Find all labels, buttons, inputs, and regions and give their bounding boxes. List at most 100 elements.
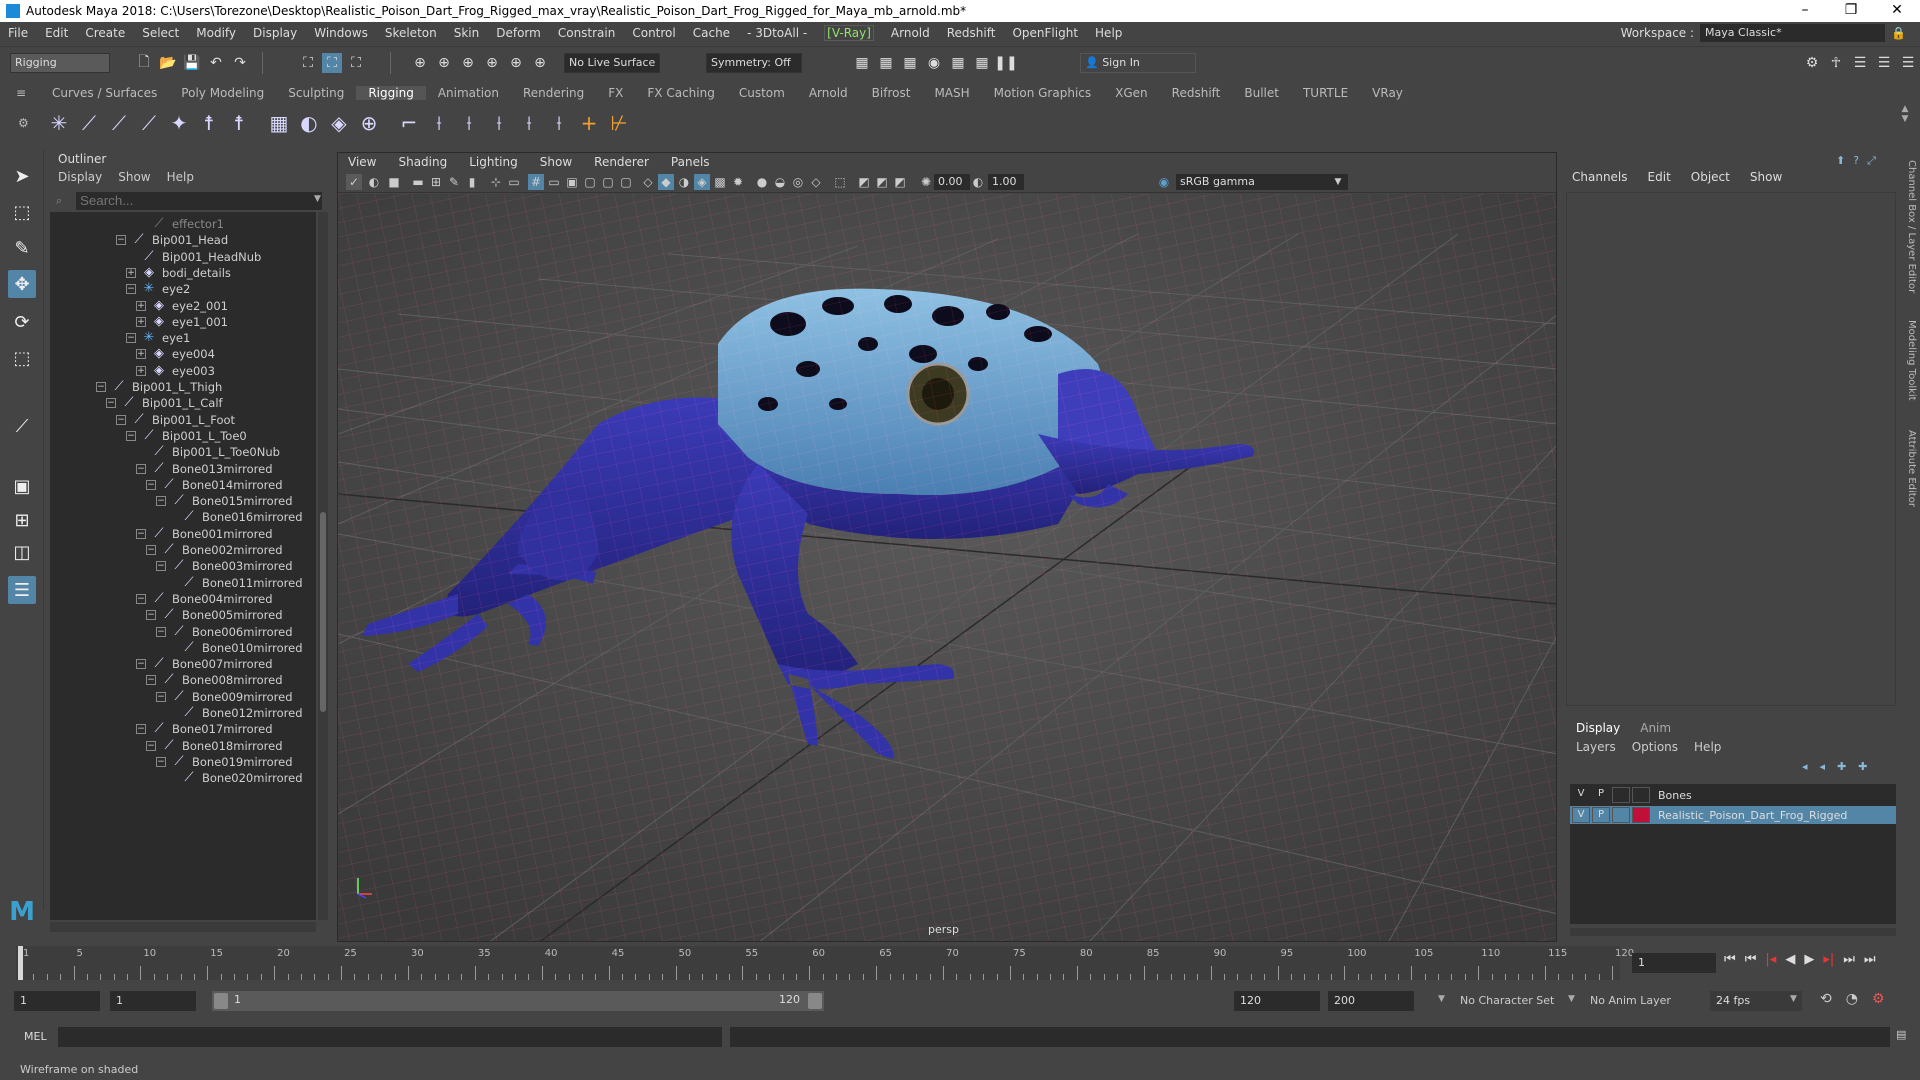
camera-attributes-icon[interactable]: ◐	[366, 174, 382, 190]
search-options-icon[interactable]: ▼	[314, 194, 321, 204]
animation-end-field[interactable]: 200	[1328, 991, 1414, 1011]
expand-toggle-icon[interactable]: −	[146, 545, 156, 555]
step-forward-frame-icon[interactable]: ▸|	[1823, 952, 1834, 967]
menu-arnold[interactable]: Arnold	[891, 26, 930, 40]
fps-arrow-icon[interactable]: ▼	[1790, 994, 1797, 1004]
isolate-select-icon[interactable]: ⬚	[832, 174, 848, 190]
menu-openflight[interactable]: OpenFlight	[1012, 26, 1078, 40]
menu-set-dropdown[interactable]: Rigging	[10, 53, 110, 73]
menu-skeleton[interactable]: Skeleton	[385, 26, 437, 40]
shelf-tab-mash[interactable]: MASH	[922, 86, 981, 100]
undo-icon[interactable]: ↶	[206, 53, 226, 73]
redo-icon[interactable]: ↷	[230, 53, 250, 73]
viewport-menu-show[interactable]: Show	[540, 153, 572, 171]
outliner-search-input[interactable]	[76, 192, 322, 210]
menu-control[interactable]: Control	[632, 26, 675, 40]
expand-toggle-icon[interactable]: −	[136, 593, 146, 604]
pole-vector-icon[interactable]: +	[574, 108, 604, 138]
layer-menu-options[interactable]: Options	[1632, 738, 1678, 756]
viewport-menu-shading[interactable]: Shading	[398, 153, 447, 171]
exposure-field[interactable]: 0.00	[934, 174, 970, 190]
scrollbar-thumb[interactable]	[320, 512, 326, 712]
bind-skin-icon[interactable]: ◈	[324, 108, 354, 138]
single-view-icon[interactable]: ▣	[8, 472, 36, 500]
menu-v-ray[interactable]: [V-Ray]	[824, 25, 874, 41]
view-transform-arrow-icon[interactable]: ▼	[1330, 174, 1346, 190]
time-ruler[interactable]: 1 5 10 15 20 25 30 35 40 45 50 55 60 65 70 75 80 85 90 95 10…	[16, 946, 1634, 980]
ambient-occlusion-icon[interactable]: ◒	[772, 174, 788, 190]
cluster-icon[interactable]: ◐	[294, 108, 324, 138]
shelf-tab-bifrost[interactable]: Bifrost	[860, 86, 923, 100]
expand-toggle-icon[interactable]: +	[136, 316, 146, 327]
menu-cache[interactable]: Cache	[693, 26, 730, 40]
channel-box-menu-channels[interactable]: Channels	[1572, 168, 1628, 186]
menu-skin[interactable]: Skin	[454, 26, 480, 40]
open-scene-icon[interactable]: 📂	[158, 53, 178, 73]
menu-file[interactable]: File	[8, 26, 28, 40]
playblast-icon[interactable]: ▦	[972, 53, 992, 73]
3d-scene[interactable]	[338, 194, 1557, 942]
expand-toggle-icon[interactable]: −	[156, 756, 166, 767]
shelf-tab-curves-surfaces[interactable]: Curves / Surfaces	[40, 86, 169, 100]
channel-box-tab[interactable]: Channel Box / Layer Editor	[1906, 160, 1917, 293]
attribute-editor-icon[interactable]: ☰	[1850, 53, 1870, 73]
resolution-gate-icon[interactable]: ▭	[546, 174, 562, 190]
shelf-tab-redshift[interactable]: Redshift	[1160, 86, 1233, 100]
last-tool-icon[interactable]: ⟋	[8, 412, 36, 440]
shelf-tab-arnold[interactable]: Arnold	[797, 86, 860, 100]
viewport-menu-renderer[interactable]: Renderer	[594, 153, 649, 171]
exposure-icon[interactable]: ✺	[918, 174, 934, 190]
character-controls-icon[interactable]: ☥	[1826, 53, 1846, 73]
snap-live-icon[interactable]: ⊕	[506, 53, 526, 73]
loop-icon[interactable]: ⟲	[1820, 991, 1832, 1007]
ik-spline-icon[interactable]: ⟋	[134, 108, 164, 138]
go-to-end-icon[interactable]: ⏭	[1864, 952, 1876, 967]
xray-icon[interactable]: ◩	[856, 174, 872, 190]
viewport-menu-panels[interactable]: Panels	[671, 153, 710, 171]
sign-in-button[interactable]: 👤 Sign In	[1080, 53, 1196, 73]
character-set-arrow-icon[interactable]: ▼	[1438, 994, 1445, 1004]
outliner-menu-help[interactable]: Help	[167, 168, 194, 186]
layer-menu-layers[interactable]: Layers	[1576, 738, 1616, 756]
expand-toggle-icon[interactable]: +	[136, 300, 146, 311]
play-forward-icon[interactable]: ▶	[1804, 952, 1814, 967]
close-button[interactable]: ✕	[1874, 0, 1920, 22]
channel-box-icon[interactable]: ☰	[1898, 53, 1918, 73]
shelf-tab-rendering[interactable]: Rendering	[511, 86, 596, 100]
modeling-toolkit-icon[interactable]: ⚙	[1802, 53, 1822, 73]
anim-prefs-icon[interactable]: ⚙	[1872, 991, 1885, 1007]
shelf-tab-turtle[interactable]: TURTLE	[1291, 86, 1360, 100]
go-to-start-icon[interactable]: ⏮	[1724, 952, 1736, 967]
select-hierarchy-icon[interactable]: ⛶	[298, 53, 318, 73]
symmetry-dropdown[interactable]: Symmetry: Off	[706, 53, 802, 73]
snap-curve-icon[interactable]: ⊕	[434, 53, 454, 73]
joint-tool-icon[interactable]: ✳	[44, 108, 74, 138]
paint-weights-icon[interactable]: ⊕	[354, 108, 384, 138]
menu-edit[interactable]: Edit	[45, 26, 68, 40]
menu-redshift[interactable]: Redshift	[947, 26, 996, 40]
wireframe-icon[interactable]: ◇	[640, 174, 656, 190]
xray-joints-icon[interactable]: ◩	[874, 174, 890, 190]
outliner-item[interactable]: ⟋ Bone020mirrored	[166, 768, 302, 788]
expand-toggle-icon[interactable]: −	[156, 496, 166, 507]
select-component-icon[interactable]: ⛶	[346, 53, 366, 73]
minimize-button[interactable]: –	[1782, 0, 1828, 22]
channel-box-menu-show[interactable]: Show	[1750, 168, 1782, 186]
menu-constrain[interactable]: Constrain	[558, 26, 616, 40]
expand-toggle-icon[interactable]: −	[126, 430, 136, 441]
select-tool-icon[interactable]: ➤	[8, 162, 36, 190]
current-frame-field[interactable]: 1	[1632, 953, 1716, 973]
new-scene-icon[interactable]: 🗋	[134, 53, 154, 73]
menu-display[interactable]: Display	[253, 26, 297, 40]
shelf-tab-poly-modeling[interactable]: Poly Modeling	[169, 86, 276, 100]
menu-windows[interactable]: Windows	[314, 26, 368, 40]
shelf-settings-icon[interactable]: ⚙	[18, 116, 29, 130]
safe-title-icon[interactable]: ▢	[618, 174, 634, 190]
snap-grid-icon[interactable]: ⊕	[410, 53, 430, 73]
range-bar[interactable]: 1 120	[212, 991, 824, 1011]
shelf-tab-fx-caching[interactable]: FX Caching	[635, 86, 726, 100]
workspace-dropdown[interactable]: Maya Classic*	[1700, 24, 1886, 42]
channel-box-menu-edit[interactable]: Edit	[1648, 168, 1671, 186]
auto-key-icon[interactable]: ◔	[1846, 991, 1858, 1007]
insert-joint-icon[interactable]: ⟋	[74, 108, 104, 138]
